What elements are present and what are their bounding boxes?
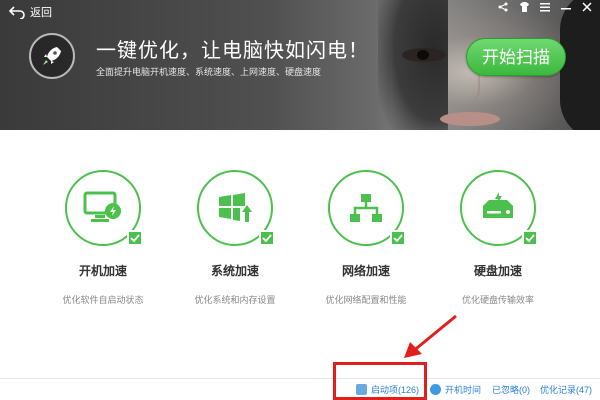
hard-disk-icon [483, 192, 513, 218]
network-topology-icon [350, 194, 382, 222]
minimize-icon[interactable] [559, 2, 573, 18]
card-description: 优化系统和内存设置 [194, 295, 276, 305]
card-boot-speedup[interactable]: 开机加速 优化软件自启动状态 [33, 170, 173, 306]
card-disk-speedup[interactable]: 硬盘加速 优化硬盘传输效率 [428, 170, 568, 306]
card-icon-ring [65, 170, 143, 246]
windows-upgrade-icon [219, 193, 252, 222]
card-network-speedup[interactable]: 网络加速 优化网络配置和性能 [296, 170, 436, 306]
start-scan-button[interactable]: 开始扫描 [466, 38, 566, 76]
clock-icon [430, 384, 441, 395]
page-subheadline: 全面提升电脑开机速度、系统速度、上网速度、硬盘速度 [96, 67, 322, 77]
banner-photo-hair-left [378, 0, 448, 130]
header-banner: 返回 一键优化，让电脑快如闪电！ 全面提升电脑开机速度、系统速度、上网速度、硬盘… [0, 0, 600, 130]
card-title: 开机加速 [78, 264, 127, 278]
share-icon[interactable] [496, 2, 510, 18]
banner-photo-hair-right [560, 0, 600, 130]
card-description: 优化网络配置和性能 [325, 295, 407, 305]
card-description: 优化软件自启动状态 [62, 295, 144, 305]
skin-icon[interactable] [517, 2, 531, 18]
annotation-highlight-box [333, 362, 427, 400]
card-icon-ring [197, 170, 275, 246]
close-icon[interactable] [580, 2, 594, 18]
checkbox-checked-icon[interactable] [127, 230, 143, 246]
monitor-power-icon [83, 191, 121, 222]
ignored-link[interactable]: 已忽略(0) [492, 383, 530, 396]
card-title: 网络加速 [341, 264, 390, 278]
back-label: 返回 [30, 7, 52, 19]
card-title: 硬盘加速 [473, 264, 522, 278]
history-label: 优化记录(47) [540, 385, 593, 395]
checkbox-checked-icon[interactable] [259, 230, 275, 246]
checkbox-checked-icon[interactable] [390, 230, 406, 246]
history-link[interactable]: 优化记录(47) [540, 383, 592, 396]
page-headline: 一键优化，让电脑快如闪电！ [96, 40, 369, 62]
annotation-arrow-icon [404, 314, 457, 358]
rocket-badge [29, 33, 75, 79]
banner-photo-eye-left [402, 48, 446, 62]
boot-time-label: 开机时间 [445, 385, 482, 395]
back-arrow-icon [8, 6, 25, 19]
card-system-speedup[interactable]: 系统加速 优化系统和内存设置 [165, 170, 305, 306]
window-controls [496, 2, 594, 18]
card-icon-ring [328, 170, 406, 246]
menu-icon[interactable] [538, 2, 552, 18]
banner-photo-lips [440, 112, 500, 126]
status-bar: 启动项(126) 开机时间 已忽略(0) 优化记录(47) [0, 378, 600, 400]
back-button[interactable]: 返回 [8, 4, 52, 20]
boot-time-link[interactable]: 开机时间 [430, 383, 481, 396]
ignored-label: 已忽略(0) [492, 385, 530, 395]
checkbox-checked-icon[interactable] [522, 230, 538, 246]
card-icon-ring [460, 170, 538, 246]
card-title: 系统加速 [210, 264, 259, 278]
rocket-icon [43, 47, 61, 65]
card-description: 优化硬盘传输效率 [461, 295, 534, 305]
